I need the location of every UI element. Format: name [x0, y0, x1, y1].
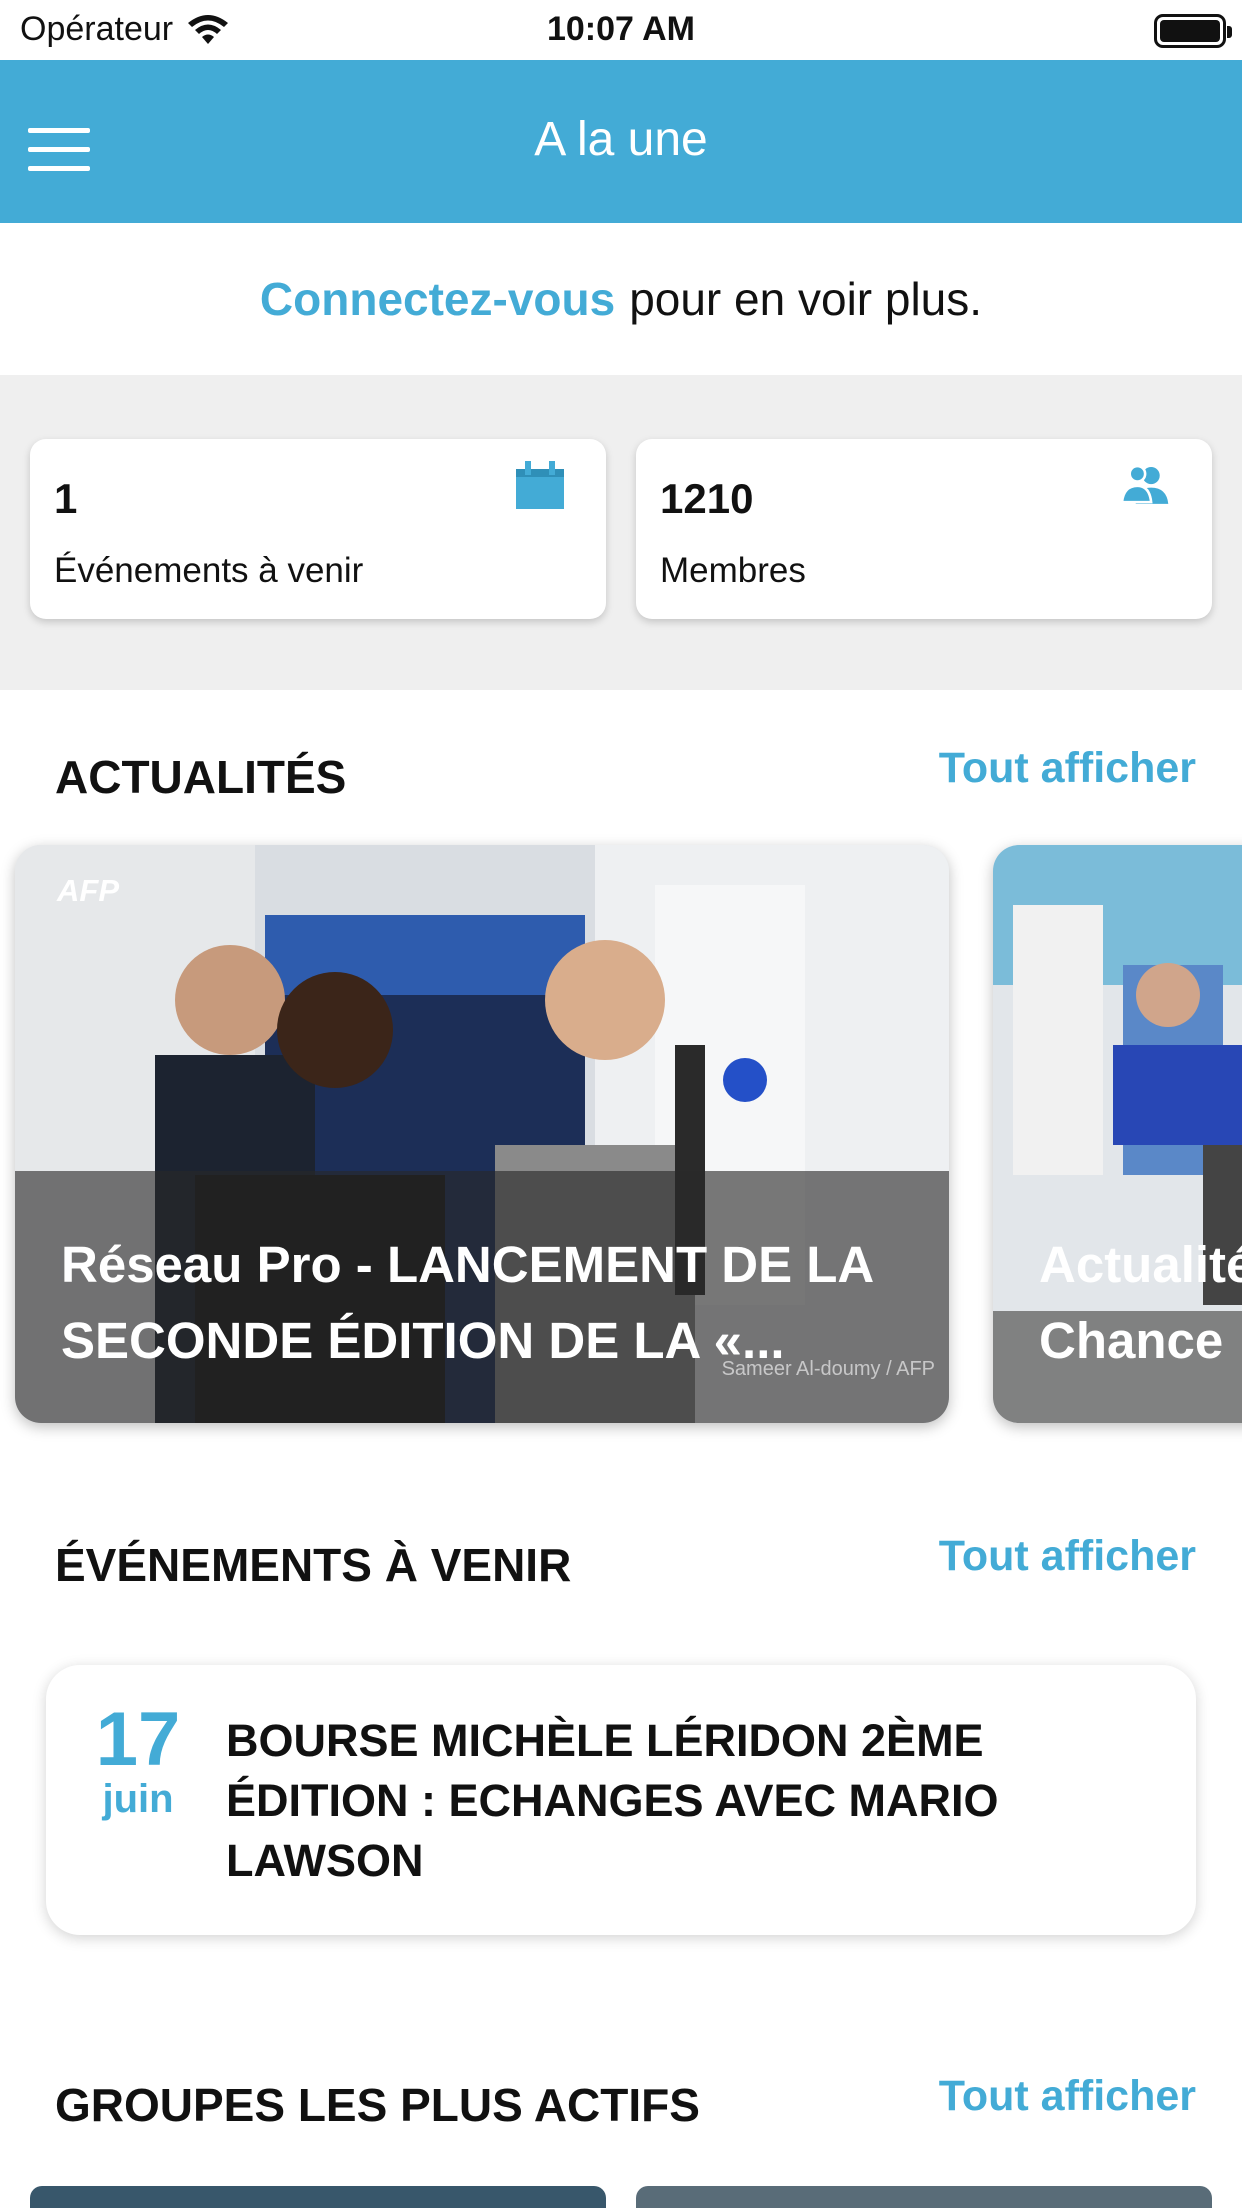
event-card[interactable]: 17 juin BOURSE MICHÈLE LÉRIDON 2ÈME ÉDIT… [46, 1665, 1196, 1935]
calendar-icon [516, 461, 564, 509]
photo-credit: Sameer Al-doumy / AFP [721, 1358, 935, 1380]
members-stat-card[interactable]: 1210 Membres [636, 439, 1212, 619]
news-section-title: ACTUALITÉS [55, 751, 347, 803]
upcoming-events-stat-card[interactable]: 1 Événements à venir [30, 439, 606, 619]
status-bar: Opérateur 10:07 AM [0, 0, 1242, 60]
login-prompt: Connectez-vous pour en voir plus. [0, 223, 1242, 375]
news-title: Réseau Pro - LANCEMENT DE LA SECONDE ÉDI… [61, 1236, 873, 1369]
upcoming-events-label: Événements à venir [54, 551, 364, 590]
members-count: 1210 [660, 475, 754, 522]
events-see-all-link[interactable]: Tout afficher [939, 1532, 1196, 1581]
news-section-header: ACTUALITÉS Tout afficher [0, 740, 1242, 810]
groups-see-all-link[interactable]: Tout afficher [939, 2072, 1196, 2121]
stats-area: 1 Événements à venir 1210 Membres [0, 375, 1242, 690]
nav-bar: A la une [0, 60, 1242, 223]
battery-icon [1154, 14, 1232, 48]
news-card[interactable]: AFP Réseau Pro - LANCEMENT DE LA SECONDE… [15, 845, 949, 1423]
news-card[interactable]: Actualité Chance [993, 845, 1242, 1423]
upcoming-events-count: 1 [54, 475, 78, 522]
login-link[interactable]: Connectez-vous [260, 272, 615, 326]
event-day: 17 [95, 1697, 181, 1782]
events-section-title: ÉVÉNEMENTS À VENIR [55, 1539, 572, 1591]
groups-section-title: GROUPES LES PLUS ACTIFS [55, 2079, 700, 2131]
members-icon [1122, 464, 1169, 504]
login-prompt-text: pour en voir plus. [629, 273, 983, 325]
event-month: juin [102, 1777, 174, 1821]
events-section-header: ÉVÉNEMENTS À VENIR Tout afficher [0, 1528, 1242, 1598]
event-title: BOURSE MICHÈLE LÉRIDON 2ÈME ÉDITION : EC… [226, 1715, 999, 1886]
afp-logo: AFP [57, 873, 119, 908]
news-see-all-link[interactable]: Tout afficher [939, 744, 1196, 793]
news-title: Actualité Chance [1039, 1236, 1242, 1369]
members-label: Membres [660, 551, 806, 590]
clock: 10:07 AM [546, 10, 696, 48]
groups-section-header: GROUPES LES PLUS ACTIFS Tout afficher [0, 2068, 1242, 2138]
group-card[interactable] [30, 2186, 606, 2208]
group-card[interactable] [636, 2186, 1212, 2208]
page-title: A la une [534, 113, 708, 166]
